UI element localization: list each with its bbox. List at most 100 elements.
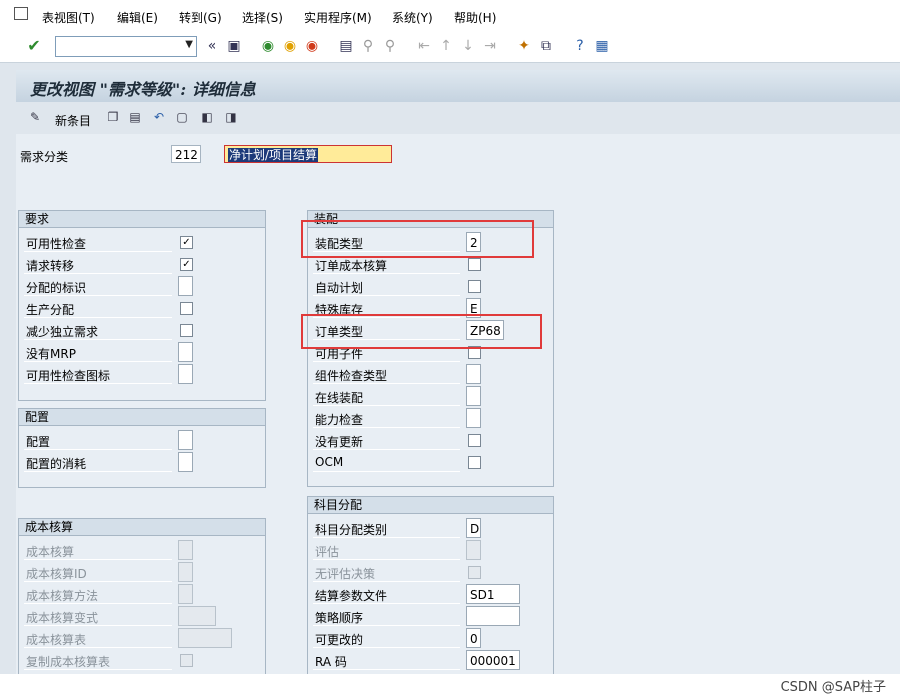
account-checkbox[interactable] (468, 566, 481, 579)
menu-help[interactable]: 帮助(H) (454, 9, 496, 26)
row-divider (313, 449, 460, 450)
double-chevron-left-icon[interactable]: « (204, 38, 220, 54)
requirements-row: 没有MRP (20, 342, 260, 362)
print-icon[interactable]: ▤ (338, 38, 354, 54)
select-all-icon[interactable]: ▢ (175, 110, 189, 124)
menu-edit[interactable]: 编辑(E) (117, 9, 158, 26)
assembly-input-field[interactable] (466, 408, 481, 428)
next-entry-icon[interactable]: ◨ (224, 110, 238, 124)
first-page-icon[interactable]: ⇤ (416, 38, 432, 54)
menu-system[interactable]: 系统(Y) (392, 9, 433, 26)
display-change-icon[interactable]: ✎ (28, 110, 42, 124)
row-divider (24, 669, 172, 670)
chevron-down-icon[interactable]: ▼ (185, 39, 193, 50)
delete-icon[interactable]: ▤ (128, 110, 142, 124)
requirements-row: 分配的标识 (20, 276, 260, 296)
account-row: 无评估决策 (309, 562, 549, 582)
save-icon[interactable]: ▣ (226, 38, 242, 54)
costing-row: 成本核算表 (20, 628, 260, 648)
costing-input-field[interactable] (178, 562, 193, 582)
last-page-icon[interactable]: ⇥ (482, 38, 498, 54)
assembly-input-field[interactable] (466, 386, 481, 406)
requirements-input-field[interactable] (178, 364, 193, 384)
exit-icon[interactable]: ◉ (282, 38, 298, 54)
config-input-field[interactable] (178, 430, 193, 450)
row-divider (313, 559, 460, 560)
prev-page-icon[interactable]: ↑ (438, 38, 454, 54)
assembly-checkbox[interactable] (468, 456, 481, 469)
costing-row-label: 复制成本核算表 (26, 655, 111, 669)
account-row: 评估 (309, 540, 549, 560)
assembly-checkbox[interactable] (468, 280, 481, 293)
demand-class-description-field[interactable]: 净计划/项目结算 (224, 145, 392, 163)
account-row-label: 策略顺序 (315, 611, 364, 625)
requirements-row-label: 可用性检查图标 (26, 369, 111, 383)
requirements-checkbox[interactable]: ✓ (180, 258, 193, 271)
enter-icon[interactable]: ✔ (26, 38, 42, 54)
cancel-icon[interactable]: ◉ (304, 38, 320, 54)
row-divider (313, 669, 460, 670)
assembly-checkbox[interactable] (468, 258, 481, 271)
account-input-field[interactable]: D (466, 518, 481, 538)
requirements-input-field[interactable] (178, 276, 193, 296)
menu-table-view[interactable]: 表视图(T) (42, 9, 95, 26)
help-icon[interactable]: ? (572, 38, 588, 54)
assembly-input-field[interactable] (466, 364, 481, 384)
assembly-row-label: OCM (315, 455, 344, 469)
account-input-field[interactable]: 000001 (466, 650, 520, 670)
create-session-icon[interactable]: ✦ (516, 38, 532, 54)
costing-input-field[interactable] (178, 628, 232, 648)
find-icon[interactable]: ⚲ (360, 38, 376, 54)
requirements-row-label: 可用性检查 (26, 237, 87, 251)
back-icon[interactable]: ◉ (260, 38, 276, 54)
command-field[interactable]: ▼ (55, 36, 197, 57)
costing-checkbox[interactable] (180, 654, 193, 667)
costing-input-field[interactable] (178, 584, 193, 604)
menu-goto[interactable]: 转到(G) (179, 9, 222, 26)
requirements-checkbox[interactable]: ✓ (180, 236, 193, 249)
demand-class-label: 需求分类 (20, 150, 69, 164)
assembly-row: 自动计划 (309, 276, 549, 296)
system-menu-icon[interactable] (14, 7, 28, 20)
undo-icon[interactable]: ↶ (152, 110, 166, 124)
requirements-checkbox[interactable] (180, 302, 193, 315)
menu-utilities[interactable]: 实用程序(M) (304, 9, 372, 26)
account-input-field[interactable]: 0 (466, 628, 481, 648)
prev-entry-icon[interactable]: ◧ (200, 110, 214, 124)
account-input-field[interactable] (466, 606, 520, 626)
costing-input-field[interactable] (178, 540, 193, 560)
demand-class-code-field[interactable]: 212 (171, 145, 201, 163)
find-next-icon[interactable]: ⚲ (382, 38, 398, 54)
menu-select[interactable]: 选择(S) (242, 9, 283, 26)
config-input-field[interactable] (178, 452, 193, 472)
row-divider (313, 405, 460, 406)
highlight-order-type (301, 314, 542, 349)
config-row: 配置的消耗 (20, 452, 260, 472)
row-divider (313, 273, 460, 274)
row-divider (24, 317, 172, 318)
account-input-field[interactable]: SD1 (466, 584, 520, 604)
assembly-row-label: 组件检查类型 (315, 369, 388, 383)
requirements-row-label: 没有MRP (26, 347, 76, 361)
assembly-row-label: 没有更新 (315, 435, 364, 449)
shortcut-icon[interactable]: ⧉ (538, 38, 554, 54)
assembly-row-label: 在线装配 (315, 391, 364, 405)
row-divider (24, 449, 172, 450)
account-input-field[interactable] (466, 540, 481, 560)
costing-row: 成本核算变式 (20, 606, 260, 626)
costing-row-label: 成本核算表 (26, 633, 87, 647)
costing-input-field[interactable] (178, 606, 216, 626)
assembly-checkbox[interactable] (468, 434, 481, 447)
new-entries-button[interactable]: 新条目 (55, 112, 91, 129)
row-divider (313, 625, 460, 626)
row-divider (24, 603, 172, 604)
copy-icon[interactable]: ❐ (106, 110, 120, 124)
next-page-icon[interactable]: ↓ (460, 38, 476, 54)
requirements-group-title: 要求 (19, 211, 265, 228)
row-divider (313, 383, 460, 384)
account-row-label: 可更改的 (315, 633, 364, 647)
requirements-input-field[interactable] (178, 342, 193, 362)
requirements-row-label: 分配的标识 (26, 281, 87, 295)
layout-icon[interactable]: ▦ (594, 38, 610, 54)
requirements-checkbox[interactable] (180, 324, 193, 337)
